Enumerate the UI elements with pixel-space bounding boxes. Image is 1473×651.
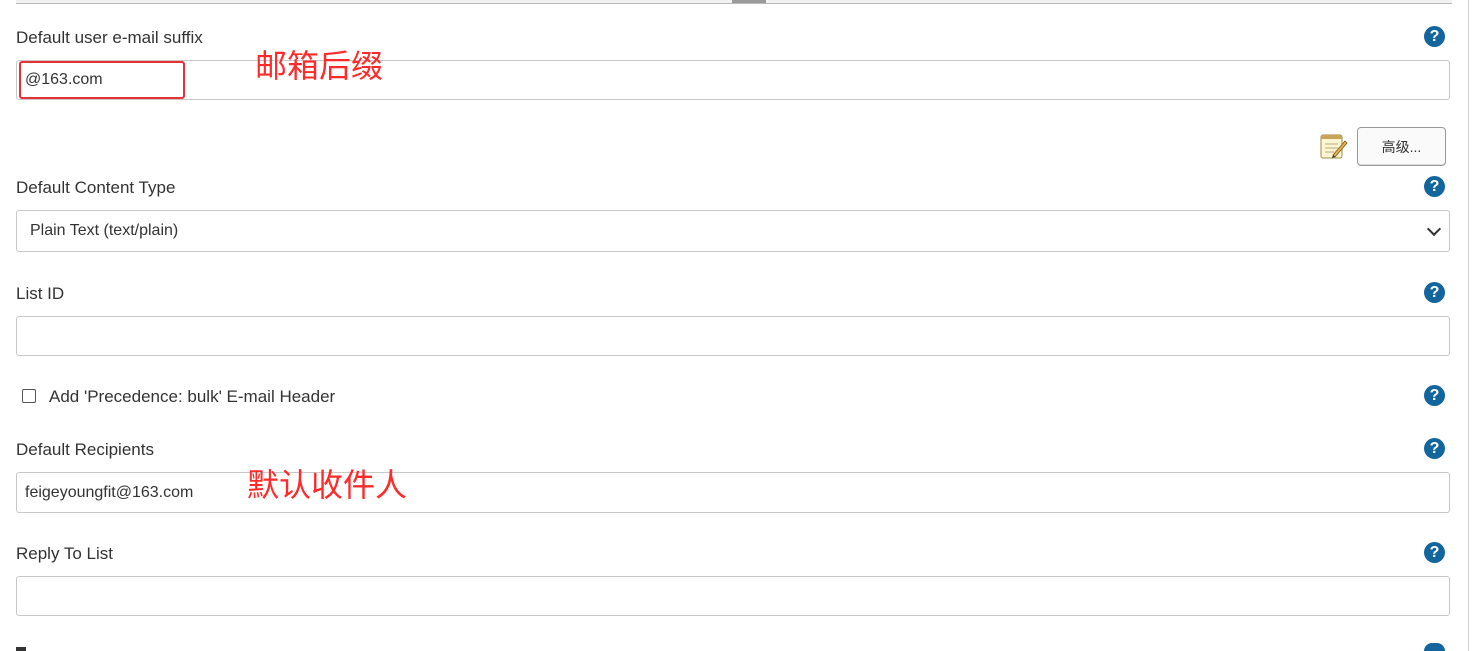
list-id-label: List ID xyxy=(16,284,65,303)
help-icon[interactable]: ? xyxy=(1424,176,1445,197)
precedence-checkbox[interactable] xyxy=(22,389,36,403)
right-divider xyxy=(1468,0,1469,651)
annotation-highlight-box xyxy=(19,61,185,99)
content-type-select[interactable]: Plain Text (text/plain) xyxy=(16,210,1450,252)
email-suffix-label: Default user e-mail suffix xyxy=(16,28,203,47)
default-recipients-input[interactable] xyxy=(16,472,1450,513)
help-icon[interactable]: ? xyxy=(1424,438,1445,459)
scrollbar-thumb[interactable] xyxy=(732,0,766,3)
email-suffix-input[interactable] xyxy=(16,60,1450,100)
list-id-input[interactable] xyxy=(16,316,1450,356)
top-scrollbar[interactable] xyxy=(16,0,1452,4)
content-type-label: Default Content Type xyxy=(16,178,176,197)
default-recipients-label: Default Recipients xyxy=(16,440,154,459)
next-label-fragment xyxy=(16,647,26,651)
help-icon[interactable]: ? xyxy=(1424,542,1445,563)
advanced-button[interactable]: 高级... xyxy=(1357,127,1446,166)
help-icon[interactable] xyxy=(1424,643,1445,651)
reply-to-label: Reply To List xyxy=(16,544,114,563)
precedence-label[interactable]: Add 'Precedence: bulk' E-mail Header xyxy=(49,387,335,407)
chevron-down-icon xyxy=(1426,221,1442,237)
help-icon[interactable]: ? xyxy=(1424,385,1445,406)
annotation-email-suffix: 邮箱后缀 xyxy=(255,47,384,85)
reply-to-input[interactable] xyxy=(16,576,1450,616)
annotation-default-recipients: 默认收件人 xyxy=(247,466,408,504)
content-type-selected-value: Plain Text (text/plain) xyxy=(30,222,179,239)
help-icon[interactable]: ? xyxy=(1424,282,1445,303)
help-icon[interactable]: ? xyxy=(1424,26,1445,47)
notepad-edit-icon[interactable] xyxy=(1318,131,1348,161)
